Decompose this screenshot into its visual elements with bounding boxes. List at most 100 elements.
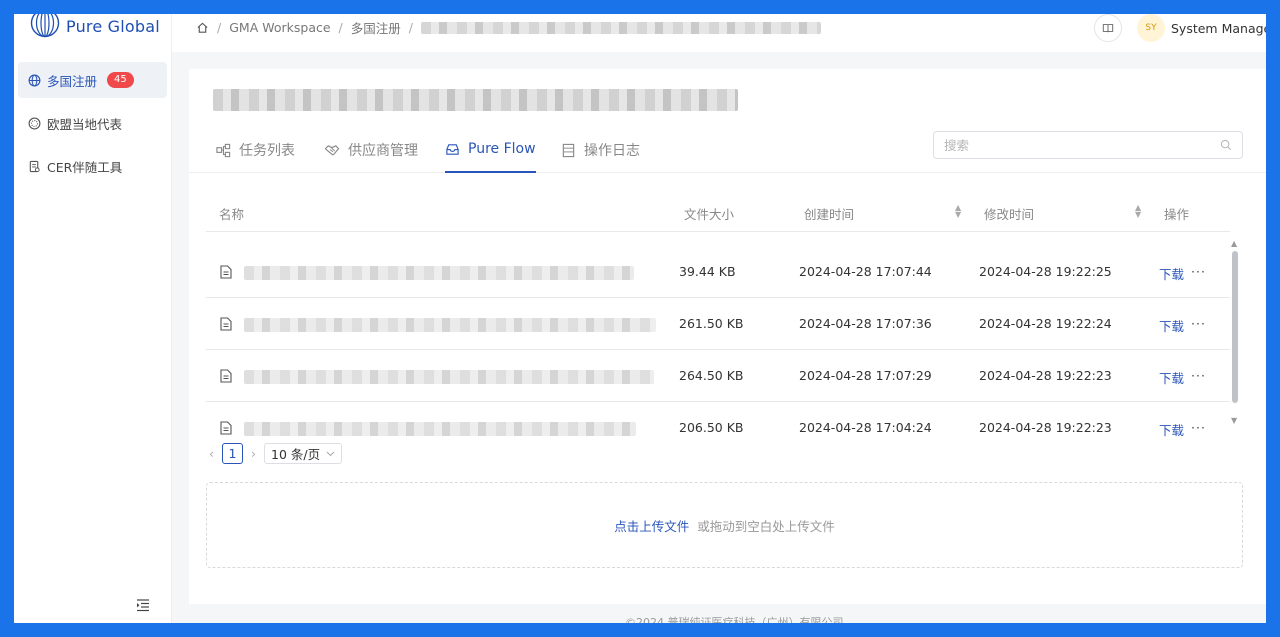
sidebar-item-label: CER伴随工具 bbox=[47, 159, 123, 175]
sidebar: Pure Global 多国注册 45 欧盟当地代表 CER伴随工具 bbox=[14, 14, 172, 623]
tab-supplier-management[interactable]: 供应商管理 bbox=[324, 127, 418, 173]
breadcrumb-separator: / bbox=[217, 20, 222, 35]
chevron-down-icon bbox=[326, 451, 335, 456]
upload-link[interactable]: 点击上传文件 bbox=[614, 516, 689, 535]
more-actions-button[interactable]: ··· bbox=[1191, 368, 1206, 383]
table-header: 名称 文件大小 创建时间 ▲ ▼ 修改时间 ▲ ▼ 操作 bbox=[206, 191, 1230, 232]
table-row[interactable]: 206.50 KB 2024-04-28 17:04:24 2024-04-28… bbox=[206, 402, 1230, 442]
breadcrumb-item-registration[interactable]: 多国注册 bbox=[351, 18, 401, 37]
prev-page-icon[interactable]: ‹ bbox=[209, 446, 214, 461]
next-page-icon[interactable]: › bbox=[251, 446, 256, 461]
file-size: 261.50 KB bbox=[679, 316, 744, 331]
file-size: 264.50 KB bbox=[679, 368, 744, 383]
column-header-actions: 操作 bbox=[1164, 207, 1190, 222]
handshake-icon bbox=[324, 144, 340, 155]
search-box bbox=[933, 131, 1243, 159]
modified-time: 2024-04-28 19:22:24 bbox=[979, 316, 1112, 331]
column-header-created[interactable]: 创建时间 bbox=[804, 204, 854, 223]
scroll-up-arrow[interactable]: ▲ bbox=[1231, 239, 1237, 248]
breadcrumb-item-workspace[interactable]: GMA Workspace bbox=[229, 20, 330, 35]
tab-label: 任务列表 bbox=[239, 143, 295, 159]
table-row[interactable]: 264.50 KB 2024-04-28 17:07:29 2024-04-28… bbox=[206, 350, 1230, 402]
file-icon bbox=[220, 317, 232, 331]
column-header-modified[interactable]: 修改时间 bbox=[984, 204, 1034, 223]
download-link[interactable]: 下载 bbox=[1159, 368, 1184, 387]
tab-label: 供应商管理 bbox=[348, 143, 418, 159]
home-icon[interactable] bbox=[196, 21, 209, 34]
book-icon bbox=[1102, 24, 1114, 33]
sidebar-item-label: 多国注册 bbox=[47, 73, 98, 89]
created-time: 2024-04-28 17:07:29 bbox=[799, 368, 932, 383]
download-link[interactable]: 下载 bbox=[1159, 420, 1184, 439]
sidebar-item-cer-tool[interactable]: CER伴随工具 bbox=[18, 148, 167, 184]
eu-icon bbox=[28, 117, 41, 129]
file-name-redacted[interactable] bbox=[244, 422, 636, 436]
tab-pure-flow[interactable]: Pure Flow bbox=[445, 127, 536, 173]
user-name[interactable]: System Manager bbox=[1171, 21, 1266, 36]
file-name-redacted[interactable] bbox=[244, 318, 656, 332]
breadcrumb: / GMA Workspace / 多国注册 / bbox=[196, 18, 821, 37]
download-link[interactable]: 下载 bbox=[1159, 264, 1184, 283]
file-icon bbox=[220, 369, 232, 383]
sidebar-item-eu-representative[interactable]: 欧盟当地代表 bbox=[18, 105, 167, 141]
column-header-size: 文件大小 bbox=[684, 207, 735, 222]
column-header-name: 名称 bbox=[219, 207, 245, 222]
top-bar: / GMA Workspace / 多国注册 / SY System Manag… bbox=[172, 14, 1266, 52]
table-row[interactable]: 261.50 KB 2024-04-28 17:07:36 2024-04-28… bbox=[206, 298, 1230, 350]
sidebar-item-multi-registration[interactable]: 多国注册 45 bbox=[18, 62, 167, 98]
count-badge: 45 bbox=[107, 72, 134, 88]
doc-icon bbox=[29, 160, 40, 172]
avatar[interactable]: SY bbox=[1137, 14, 1165, 42]
page-size-value: 10 条/页 bbox=[271, 447, 321, 462]
modified-time: 2024-04-28 19:22:23 bbox=[979, 420, 1112, 435]
logo[interactable]: Pure Global bbox=[30, 14, 160, 40]
table-scrollbar[interactable] bbox=[1232, 251, 1238, 403]
more-actions-button[interactable]: ··· bbox=[1191, 264, 1206, 279]
table-row[interactable]: 39.44 KB 2024-04-28 17:07:44 2024-04-28 … bbox=[206, 246, 1230, 298]
main-card: 任务列表 供应商管理 Pure Flow 操作日志 名称 文件大小 创建时间 bbox=[189, 69, 1266, 604]
breadcrumb-item-redacted bbox=[421, 21, 821, 34]
log-icon bbox=[562, 143, 575, 157]
tab-label: 操作日志 bbox=[584, 143, 640, 159]
sort-created-icon[interactable]: ▲ ▼ bbox=[955, 204, 961, 219]
docs-button[interactable] bbox=[1094, 14, 1122, 42]
download-link[interactable]: 下载 bbox=[1159, 316, 1184, 335]
search-icon[interactable] bbox=[1220, 139, 1232, 151]
upload-hint: 或拖动到空白处上传文件 bbox=[697, 518, 835, 534]
sort-modified-icon[interactable]: ▲ ▼ bbox=[1135, 204, 1141, 219]
file-name-redacted[interactable] bbox=[244, 266, 634, 280]
tab-operation-log[interactable]: 操作日志 bbox=[561, 127, 640, 173]
more-actions-button[interactable]: ··· bbox=[1191, 420, 1206, 435]
created-time: 2024-04-28 17:04:24 bbox=[799, 420, 932, 435]
scroll-down-arrow[interactable]: ▼ bbox=[1231, 416, 1237, 425]
modified-time: 2024-04-28 19:22:23 bbox=[979, 368, 1112, 383]
created-time: 2024-04-28 17:07:44 bbox=[799, 264, 932, 279]
search-input[interactable] bbox=[944, 137, 1220, 153]
file-icon bbox=[220, 421, 232, 435]
globe-icon bbox=[28, 74, 41, 86]
more-actions-button[interactable]: ··· bbox=[1191, 316, 1206, 331]
collapse-sidebar-icon[interactable] bbox=[136, 598, 150, 612]
flow-icon bbox=[216, 143, 231, 157]
modified-time: 2024-04-28 19:22:25 bbox=[979, 264, 1112, 279]
page-number-current[interactable]: 1 bbox=[222, 443, 243, 464]
page-title-redacted bbox=[213, 89, 738, 111]
created-time: 2024-04-28 17:07:36 bbox=[799, 316, 932, 331]
tab-label: Pure Flow bbox=[468, 141, 536, 157]
footer-copyright: ©2024 普瑞纯证医疗科技（广州）有限公司 bbox=[625, 616, 844, 623]
file-icon bbox=[220, 265, 232, 279]
page-size-select[interactable]: 10 条/页 bbox=[264, 443, 343, 464]
app-window: Pure Global 多国注册 45 欧盟当地代表 CER伴随工具 / GMA… bbox=[14, 14, 1266, 623]
globe-logo-icon bbox=[30, 14, 60, 38]
upload-dropzone[interactable]: 点击上传文件 或拖动到空白处上传文件 bbox=[206, 482, 1243, 568]
sidebar-item-label: 欧盟当地代表 bbox=[47, 116, 123, 132]
breadcrumb-separator: / bbox=[408, 20, 413, 35]
file-size: 206.50 KB bbox=[679, 420, 744, 435]
pagination: ‹ 1 › 10 条/页 bbox=[209, 443, 343, 464]
file-size: 39.44 KB bbox=[679, 264, 736, 279]
tab-task-list[interactable]: 任务列表 bbox=[216, 127, 295, 173]
inbox-icon bbox=[446, 143, 459, 155]
breadcrumb-separator: / bbox=[338, 20, 343, 35]
file-name-redacted[interactable] bbox=[244, 370, 654, 384]
logo-text: Pure Global bbox=[66, 16, 160, 36]
